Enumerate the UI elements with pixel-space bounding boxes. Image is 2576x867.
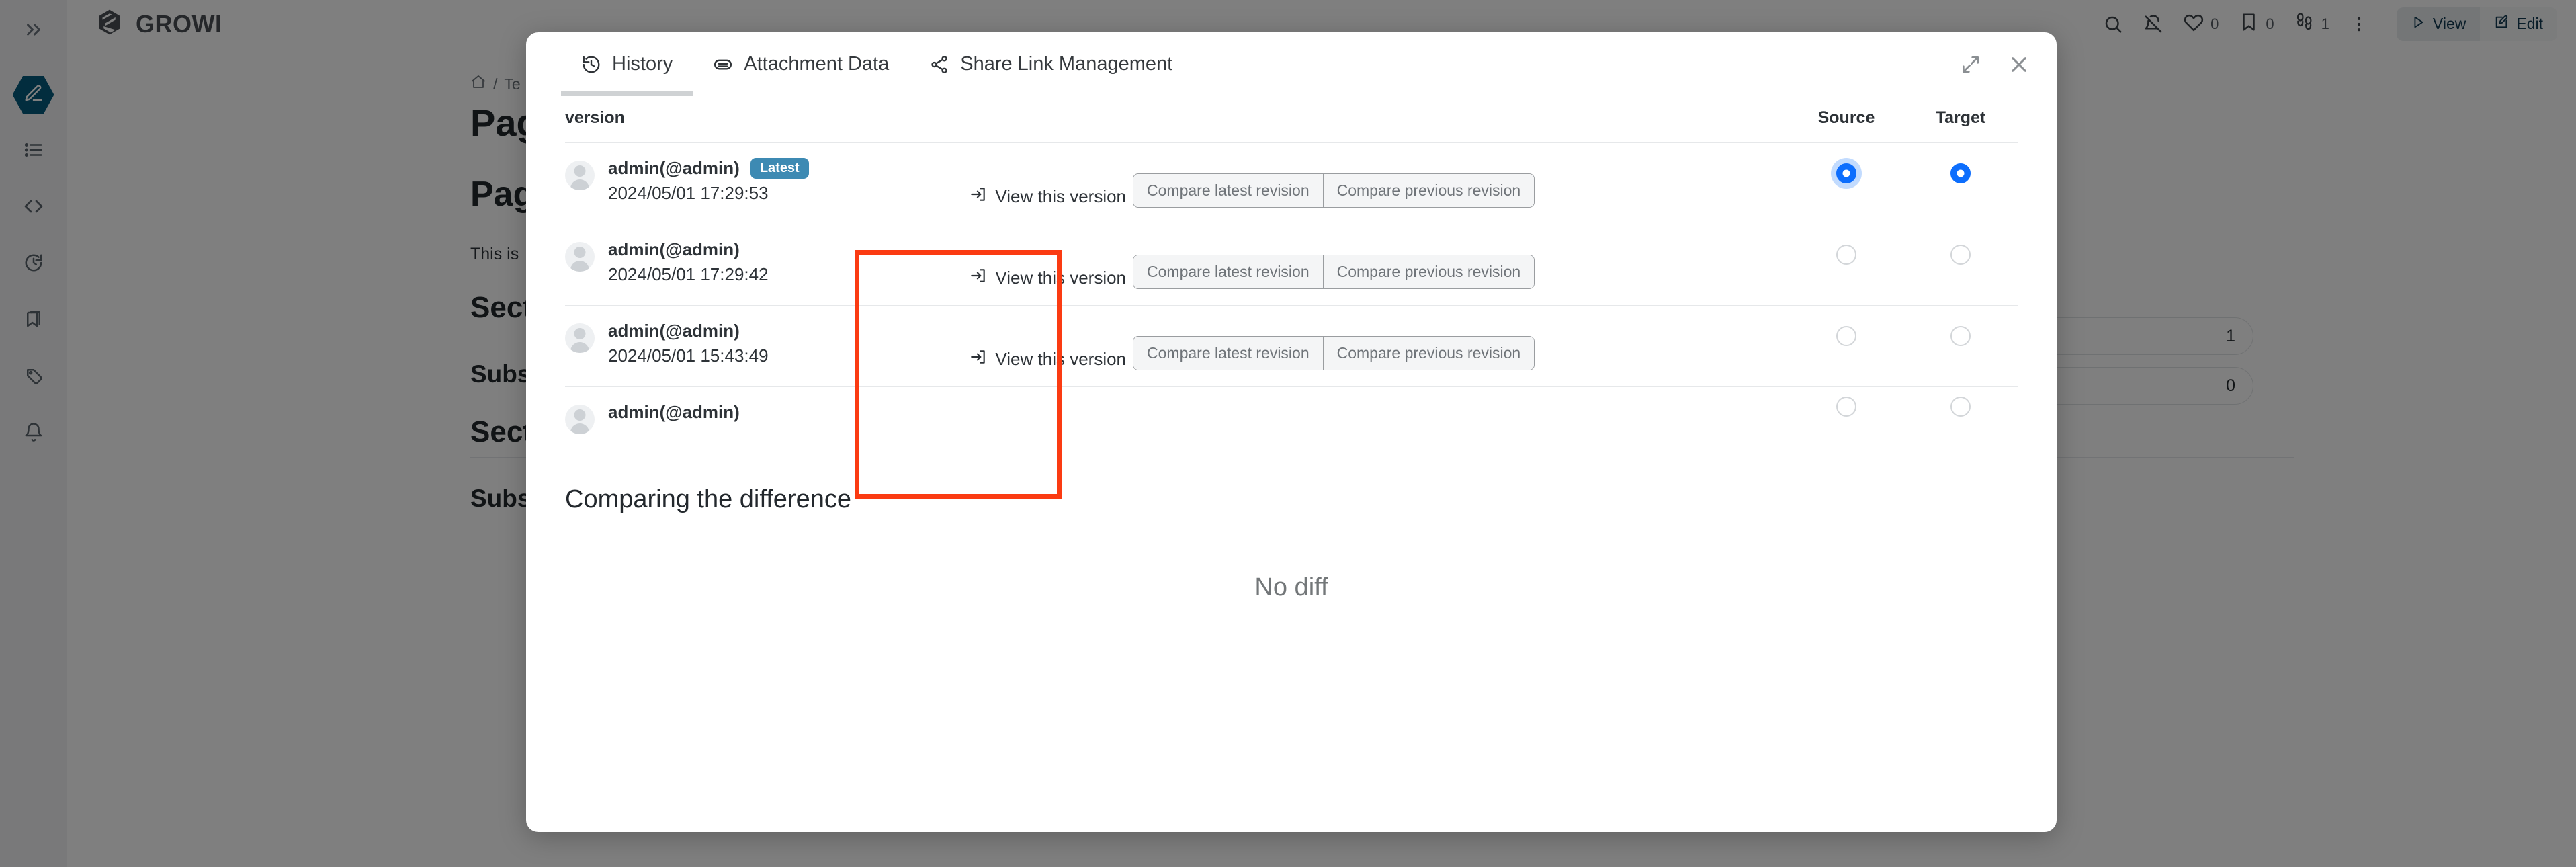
compare-previous-revision-button[interactable]: Compare previous revision	[1322, 337, 1535, 370]
source-radio-cell	[1789, 143, 1903, 224]
view-version-cell: View this version	[963, 306, 1133, 387]
table-header-row: version Source Target	[565, 96, 2018, 143]
target-radio[interactable]	[1950, 163, 1971, 183]
tab-history[interactable]: History	[561, 32, 693, 96]
revision-author: admin(@admin)	[608, 402, 740, 422]
compare-buttons-cell	[1133, 387, 1789, 451]
column-header-source: Source	[1817, 108, 1875, 127]
compare-latest-revision-button[interactable]: Compare latest revision	[1133, 255, 1323, 288]
tab-share-link-management[interactable]: Share Link Management	[909, 32, 1193, 96]
expand-modal-icon[interactable]	[1960, 54, 1981, 75]
revision-date: 2024/05/01 17:29:53	[608, 183, 769, 203]
no-diff-message: No diff	[1254, 573, 1328, 602]
table-head: version Source Target	[565, 96, 2018, 143]
target-radio[interactable]	[1950, 245, 1971, 265]
source-radio[interactable]	[1836, 245, 1856, 265]
page-history-modal: History Attachment Data Share Link Manag…	[526, 32, 2057, 832]
compare-buttons-cell: Compare latest revision Compare previous…	[1133, 224, 1789, 306]
history-clock-icon	[581, 54, 601, 75]
column-header-view	[963, 96, 1133, 143]
compare-previous-revision-button[interactable]: Compare previous revision	[1322, 174, 1535, 207]
view-version-cell: View this version	[963, 224, 1133, 306]
tab-attachment-data-label: Attachment Data	[744, 53, 890, 75]
view-this-version-link[interactable]: View this version	[963, 348, 1133, 370]
target-radio-cell	[1903, 143, 2018, 224]
compare-latest-revision-button[interactable]: Compare latest revision	[1133, 174, 1323, 207]
close-modal-icon[interactable]	[2008, 54, 2030, 75]
modal-header: History Attachment Data Share Link Manag…	[526, 32, 2057, 96]
compare-latest-revision-button[interactable]: Compare latest revision	[1133, 337, 1323, 370]
revision-author: admin(@admin)	[608, 158, 740, 178]
revision-author: admin(@admin)	[608, 321, 740, 341]
tab-attachment-data[interactable]: Attachment Data	[693, 32, 909, 96]
modal-tabs: History Attachment Data Share Link Manag…	[561, 32, 1193, 96]
login-arrow-into-bracket-icon	[970, 185, 987, 208]
compare-previous-revision-button[interactable]: Compare previous revision	[1322, 255, 1535, 288]
source-radio[interactable]	[1836, 163, 1856, 183]
diff-section-title: Comparing the difference	[565, 485, 851, 513]
revision-date: 2024/05/01 15:43:49	[608, 345, 769, 366]
view-this-version-link[interactable]: View this version	[963, 267, 1133, 289]
revision-meta-cell: admin(@admin) Latest 2024/05/01 17:29:53	[565, 143, 963, 224]
source-radio[interactable]	[1836, 326, 1856, 346]
revision-meta-cell: admin(@admin)	[565, 387, 963, 451]
avatar	[565, 242, 595, 272]
share-nodes-icon	[929, 54, 949, 75]
table-row: admin(@admin) Latest 2024/05/01 17:29:53	[565, 142, 2018, 224]
login-arrow-into-bracket-icon	[970, 267, 987, 289]
table-row: admin(@admin) 2024/05/01 17:29:42 View t…	[565, 224, 2018, 306]
status-badge-latest: Latest	[750, 158, 809, 179]
source-radio-cell	[1789, 306, 1903, 387]
target-radio-cell	[1903, 306, 2018, 387]
table-row: admin(@admin)	[565, 386, 2018, 451]
revision-author: admin(@admin)	[608, 239, 740, 259]
attachment-icon	[713, 54, 733, 75]
revision-meta-cell: admin(@admin) 2024/05/01 17:29:42	[565, 224, 963, 306]
view-version-cell	[963, 387, 1133, 451]
view-this-version-link[interactable]: View this version	[963, 185, 1133, 208]
target-radio-cell	[1903, 224, 2018, 306]
column-header-compare	[1133, 96, 1789, 143]
view-this-version-label: View this version	[995, 349, 1127, 369]
target-radio[interactable]	[1950, 397, 1971, 417]
compare-button-group: Compare latest revision Compare previous…	[1133, 173, 1535, 208]
table-row: admin(@admin) 2024/05/01 15:43:49 View t…	[565, 305, 2018, 387]
source-radio-cell	[1789, 387, 1903, 451]
target-radio[interactable]	[1950, 326, 1971, 346]
revision-date: 2024/05/01 17:29:42	[608, 264, 769, 284]
modal-body: version Source Target admin(@admin) Late…	[526, 96, 2057, 832]
table-body: admin(@admin) Latest 2024/05/01 17:29:53	[565, 142, 2018, 451]
avatar	[565, 161, 595, 190]
login-arrow-into-bracket-icon	[970, 348, 987, 370]
target-radio-cell	[1903, 387, 2018, 451]
column-header-version: version	[565, 108, 625, 127]
compare-buttons-cell: Compare latest revision Compare previous…	[1133, 143, 1789, 224]
compare-button-group: Compare latest revision Compare previous…	[1133, 336, 1535, 370]
revision-history-table: version Source Target admin(@admin) Late…	[565, 96, 2018, 450]
compare-buttons-cell: Compare latest revision Compare previous…	[1133, 306, 1789, 387]
source-radio-cell	[1789, 224, 1903, 306]
revision-meta-cell: admin(@admin) 2024/05/01 15:43:49	[565, 306, 963, 387]
avatar	[565, 323, 595, 353]
tab-share-link-management-label: Share Link Management	[960, 53, 1173, 75]
view-this-version-label: View this version	[995, 186, 1127, 206]
view-this-version-label: View this version	[995, 267, 1127, 288]
view-version-cell: View this version	[963, 143, 1133, 224]
tab-history-label: History	[612, 53, 673, 75]
avatar	[565, 405, 595, 434]
compare-button-group: Compare latest revision Compare previous…	[1133, 255, 1535, 289]
column-header-target: Target	[1935, 108, 1986, 127]
source-radio[interactable]	[1836, 397, 1856, 417]
